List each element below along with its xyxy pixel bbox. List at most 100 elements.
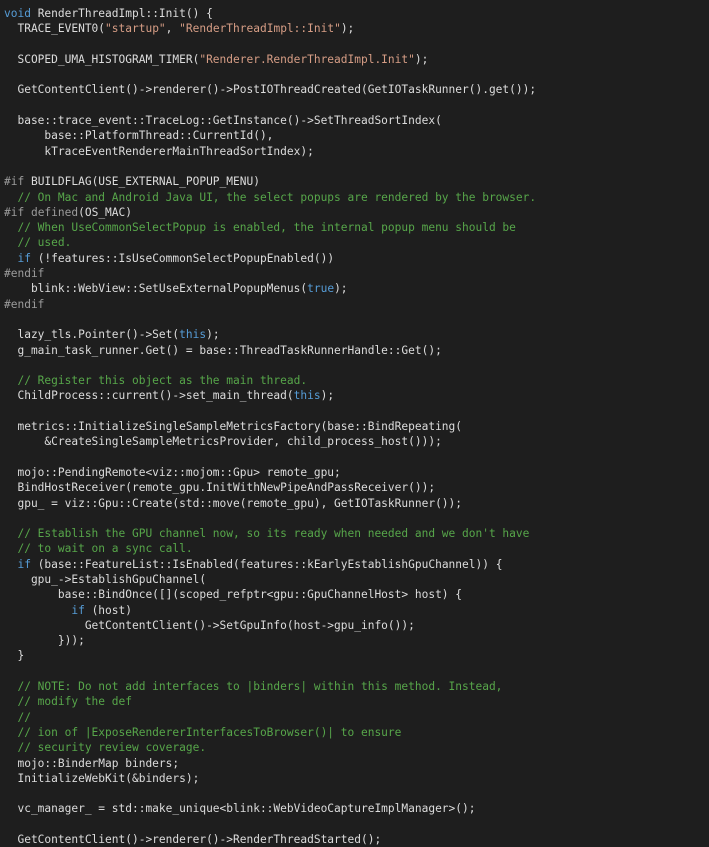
code-line[interactable] [0, 817, 709, 832]
code-token: // Register this object as the main thre… [4, 374, 308, 388]
code-line[interactable] [0, 37, 709, 52]
code-line[interactable]: // Establish the GPU channel now, so its… [0, 526, 709, 541]
code-line[interactable]: if (host) [0, 603, 709, 618]
code-line[interactable] [0, 786, 709, 801]
code-token: base::BindOnce([](scoped_refptr<gpu::Gpu… [4, 588, 463, 602]
code-token: BindHostReceiver(remote_gpu.InitWithNewP… [4, 481, 436, 495]
code-line[interactable]: vc_manager_ = std::make_unique<blink::We… [0, 801, 709, 816]
code-token: // used. [4, 236, 72, 250]
code-token: base::trace_event::TraceLog::GetInstance… [4, 114, 442, 128]
code-line[interactable]: // [0, 710, 709, 725]
code-line[interactable]: &CreateSingleSampleMetricsProvider, chil… [0, 434, 709, 449]
code-editor[interactable]: void RenderThreadImpl::Init() { TRACE_EV… [0, 0, 709, 846]
code-token: blink::WebView::SetUseExternalPopupMenus… [4, 282, 308, 296]
code-line[interactable]: SCOPED_UMA_HISTOGRAM_TIMER("Renderer.Ren… [0, 52, 709, 67]
code-token: if [4, 603, 85, 617]
code-line[interactable]: gpu_->EstablishGpuChannel( [0, 572, 709, 587]
code-line[interactable]: // When UseCommonSelectPopup is enabled,… [0, 220, 709, 235]
code-line[interactable] [0, 450, 709, 465]
code-line[interactable]: void RenderThreadImpl::Init() { [0, 6, 709, 21]
code-line[interactable] [0, 67, 709, 82]
code-line[interactable]: // used. [0, 235, 709, 250]
code-line[interactable] [0, 511, 709, 526]
code-token: // to wait on a sync call. [4, 542, 193, 556]
code-token: ); [334, 282, 348, 296]
code-line[interactable]: if (!features::IsUseCommonSelectPopupEna… [0, 251, 709, 266]
code-token: if [4, 557, 31, 571]
code-line[interactable]: kTraceEventRendererMainThreadSortIndex); [0, 144, 709, 159]
code-token: "RenderThreadImpl::Init" [179, 22, 341, 36]
code-line[interactable]: mojo::BinderMap binders; [0, 756, 709, 771]
code-token: // [4, 710, 31, 724]
code-token: if [4, 251, 31, 265]
code-line[interactable]: GetContentClient()->SetGpuInfo(host->gpu… [0, 618, 709, 633]
code-token: (base::FeatureList::IsEnabled(features::… [30, 557, 503, 571]
code-line[interactable] [0, 664, 709, 679]
code-line[interactable]: })); [0, 633, 709, 648]
code-line[interactable]: // On Mac and Android Java UI, the selec… [0, 190, 709, 205]
code-token: gpu_->EstablishGpuChannel( [4, 572, 207, 586]
code-line[interactable]: ChildProcess::current()->set_main_thread… [0, 388, 709, 403]
code-line[interactable]: mojo::PendingRemote<viz::mojom::Gpu> rem… [0, 465, 709, 480]
code-line[interactable]: TRACE_EVENT0("startup", "RenderThreadImp… [0, 21, 709, 36]
code-line[interactable]: gpu_ = viz::Gpu::Create(std::move(remote… [0, 496, 709, 511]
code-line[interactable]: } [0, 648, 709, 663]
code-line[interactable]: if (base::FeatureList::IsEnabled(feature… [0, 557, 709, 572]
code-line[interactable]: // modify the def [0, 694, 709, 709]
code-token: g_main_task_runner.Get() = base::ThreadT… [4, 343, 442, 357]
code-line[interactable]: // to wait on a sync call. [0, 541, 709, 556]
code-token: true [307, 282, 335, 296]
code-token: void [4, 7, 31, 20]
code-token: GetContentClient()->renderer()->PostIOTh… [4, 83, 537, 97]
code-token: #if [4, 205, 25, 219]
code-line[interactable]: // ion of |ExposeRendererInterfacesToBro… [0, 725, 709, 740]
code-line[interactable]: GetContentClient()->renderer()->RenderTh… [0, 832, 709, 847]
code-line[interactable]: base::BindOnce([](scoped_refptr<gpu::Gpu… [0, 587, 709, 602]
code-token: GetContentClient()->SetGpuInfo(host->gpu… [4, 618, 415, 632]
code-token: })); [4, 634, 85, 648]
code-line[interactable]: #endif [0, 266, 709, 281]
code-token: ); [414, 52, 429, 66]
code-token: // When UseCommonSelectPopup is enabled,… [4, 221, 516, 235]
code-line[interactable]: #if BUILDFLAG(USE_EXTERNAL_POPUP_MENU) [0, 174, 709, 189]
code-token: vc_manager_ = std::make_unique<blink::We… [4, 802, 476, 816]
code-token: "Renderer.RenderThreadImpl.Init" [199, 52, 415, 66]
code-token: this [293, 389, 321, 403]
code-line[interactable]: blink::WebView::SetUseExternalPopupMenus… [0, 281, 709, 296]
code-line[interactable] [0, 358, 709, 373]
code-token: &CreateSingleSampleMetricsProvider, chil… [4, 435, 442, 449]
code-line[interactable]: InitializeWebKit(&binders); [0, 771, 709, 786]
code-token: lazy_tls.Pointer()->Set( [4, 328, 180, 342]
code-token: // NOTE: Do not add interfaces to |binde… [4, 680, 503, 694]
code-line[interactable]: #if defined(OS_MAC) [0, 205, 709, 220]
code-line[interactable]: // Register this object as the main thre… [0, 373, 709, 388]
code-token: // On Mac and Android Java UI, the selec… [4, 190, 537, 204]
code-token: #endif [4, 297, 45, 311]
code-token: mojo::BinderMap binders; [4, 756, 180, 770]
code-line[interactable]: BindHostReceiver(remote_gpu.InitWithNewP… [0, 480, 709, 495]
code-token: ); [206, 328, 220, 342]
code-line[interactable]: g_main_task_runner.Get() = base::ThreadT… [0, 343, 709, 358]
code-token: #endif [4, 267, 45, 281]
code-line[interactable] [0, 312, 709, 327]
code-line[interactable]: lazy_tls.Pointer()->Set(this); [0, 327, 709, 342]
code-token: TRACE_EVENT0( [4, 22, 106, 36]
code-line[interactable]: // NOTE: Do not add interfaces to |binde… [0, 679, 709, 694]
code-line[interactable]: #endif [0, 297, 709, 312]
code-token: metrics::InitializeSingleSampleMetricsFa… [4, 420, 463, 434]
code-line[interactable]: base::PlatformThread::CurrentId(), [0, 128, 709, 143]
code-token: "startup" [105, 22, 166, 36]
code-line[interactable] [0, 159, 709, 174]
code-line[interactable]: base::trace_event::TraceLog::GetInstance… [0, 113, 709, 128]
code-line[interactable]: metrics::InitializeSingleSampleMetricsFa… [0, 419, 709, 434]
code-line[interactable] [0, 404, 709, 419]
code-line[interactable]: // security review coverage. [0, 740, 709, 755]
code-line[interactable]: GetContentClient()->renderer()->PostIOTh… [0, 82, 709, 97]
code-token: RenderThreadImpl::Init() { [30, 7, 213, 20]
code-token: ); [320, 389, 335, 403]
code-line[interactable] [0, 98, 709, 113]
code-token: #if [4, 175, 25, 189]
code-token: (OS_MAC) [78, 205, 132, 219]
code-token: (host) [84, 603, 132, 617]
code-token: ); [340, 22, 355, 36]
